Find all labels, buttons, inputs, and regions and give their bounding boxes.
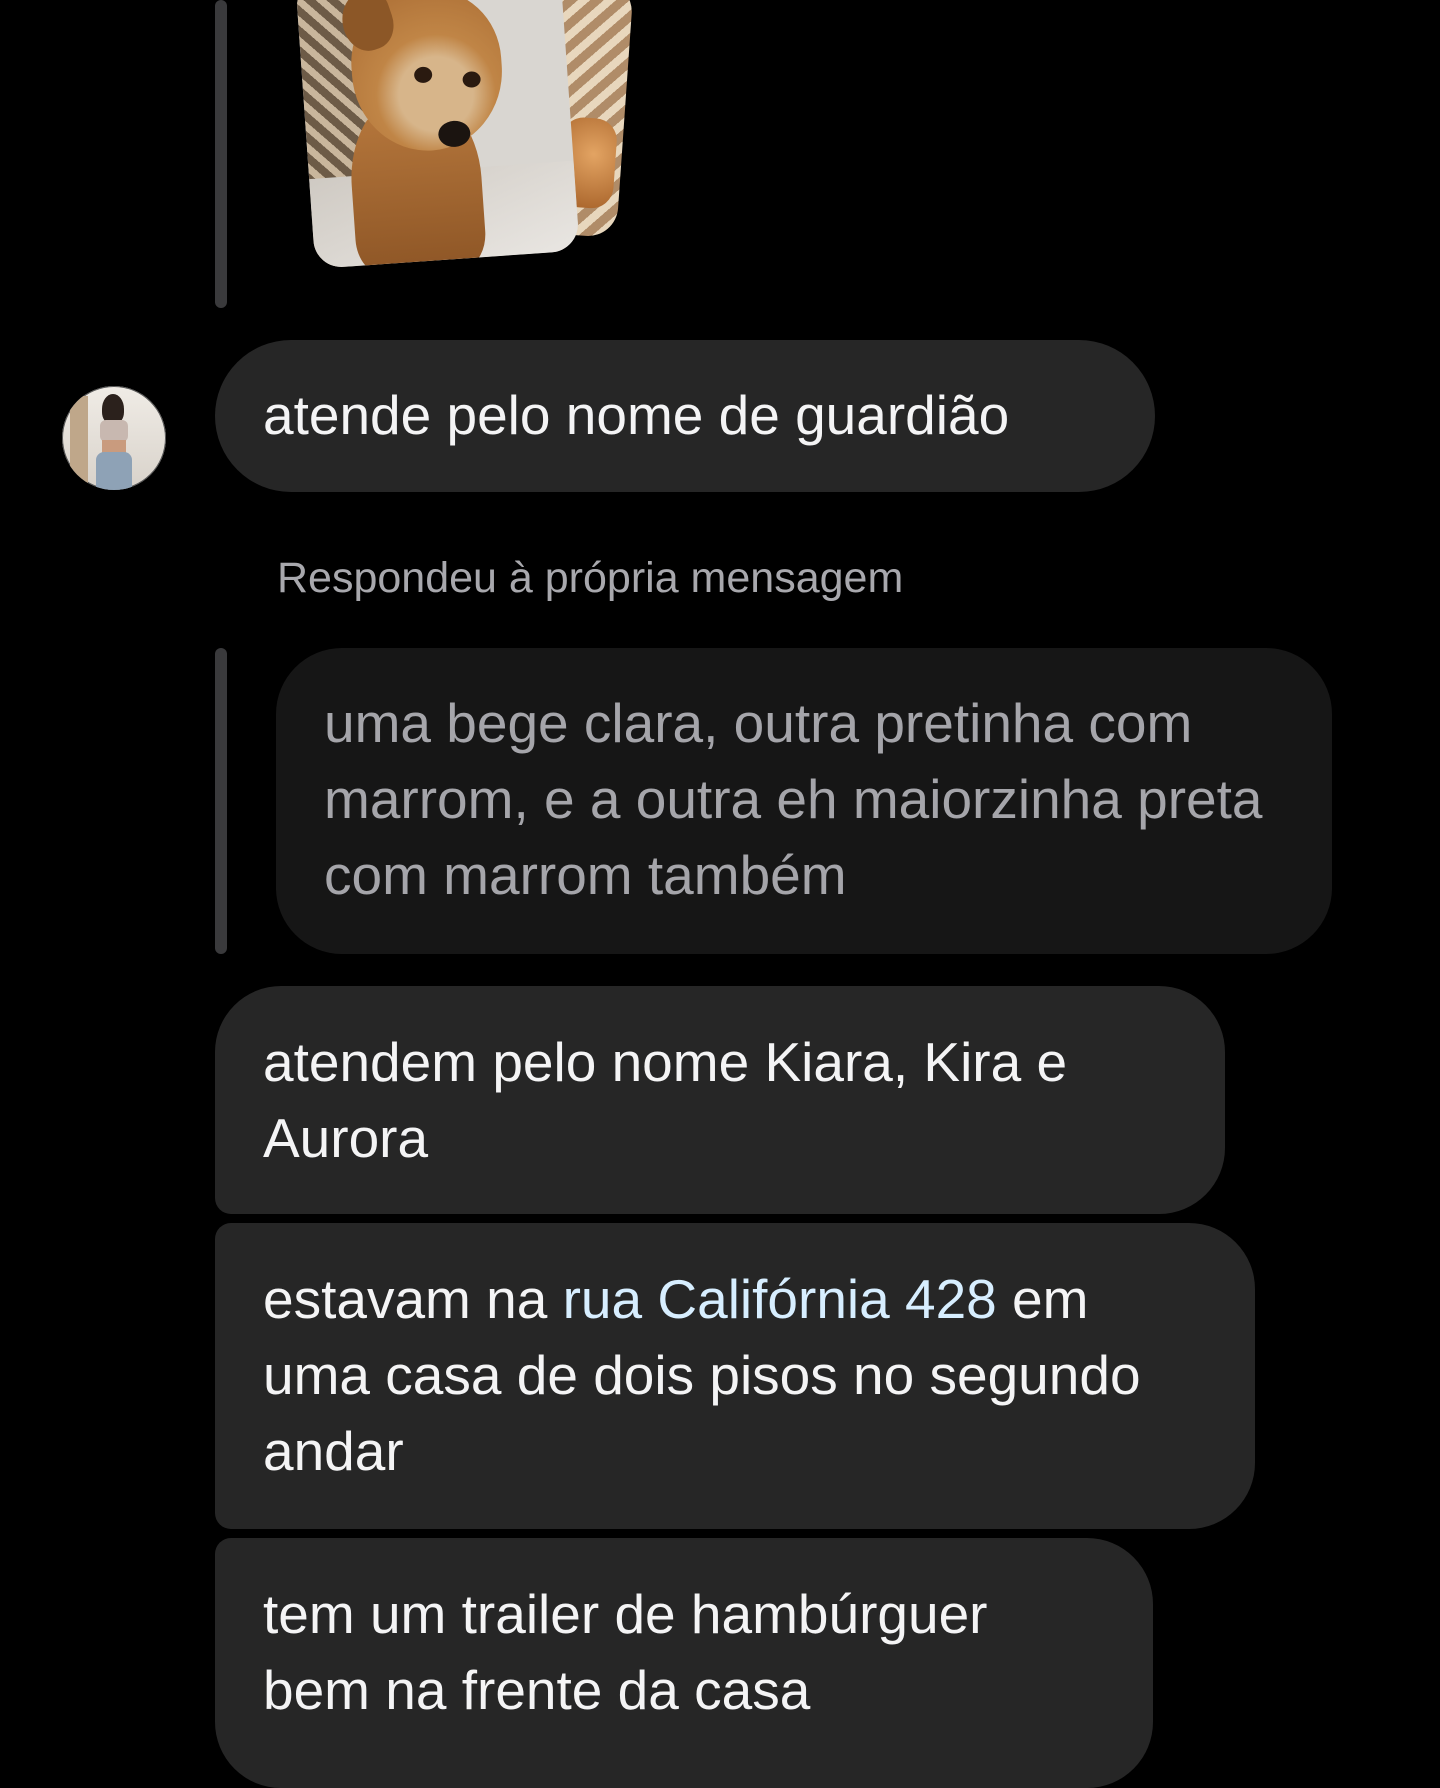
message-bubble-trailer[interactable]: tem um trailer de hambúrguer bem na fren… [215, 1538, 1153, 1788]
avatar-background-door [70, 396, 88, 486]
quoted-message-text: uma bege clara, outra pretinha com marro… [324, 692, 1263, 906]
address-link[interactable]: rua Califórnia 428 [563, 1268, 997, 1330]
message-text-prefix: estavam na [263, 1268, 563, 1330]
shared-photo-stack[interactable] [295, 0, 640, 280]
avatar-figure-pants [96, 452, 132, 490]
reply-context-label: Respondeu à própria mensagem [277, 554, 904, 602]
message-text: atendem pelo nome Kiara, Kira e Aurora [263, 1031, 1068, 1169]
message-bubble-address[interactable]: estavam na rua Califórnia 428 em uma cas… [215, 1223, 1255, 1529]
message-text: tem um trailer de hambúrguer bem na fren… [263, 1583, 988, 1721]
sender-avatar[interactable] [62, 386, 166, 490]
quoted-message-bubble[interactable]: uma bege clara, outra pretinha com marro… [276, 648, 1332, 954]
reply-indicator-bar-top [215, 0, 227, 308]
dog-photo-front[interactable] [295, 0, 580, 269]
message-text: atende pelo nome de guardião [263, 384, 1010, 446]
message-bubble-guardiao[interactable]: atende pelo nome de guardião [215, 340, 1155, 492]
message-bubble-names[interactable]: atendem pelo nome Kiara, Kira e Aurora [215, 986, 1225, 1214]
avatar-figure-top [100, 420, 128, 442]
reply-indicator-bar [215, 648, 227, 954]
